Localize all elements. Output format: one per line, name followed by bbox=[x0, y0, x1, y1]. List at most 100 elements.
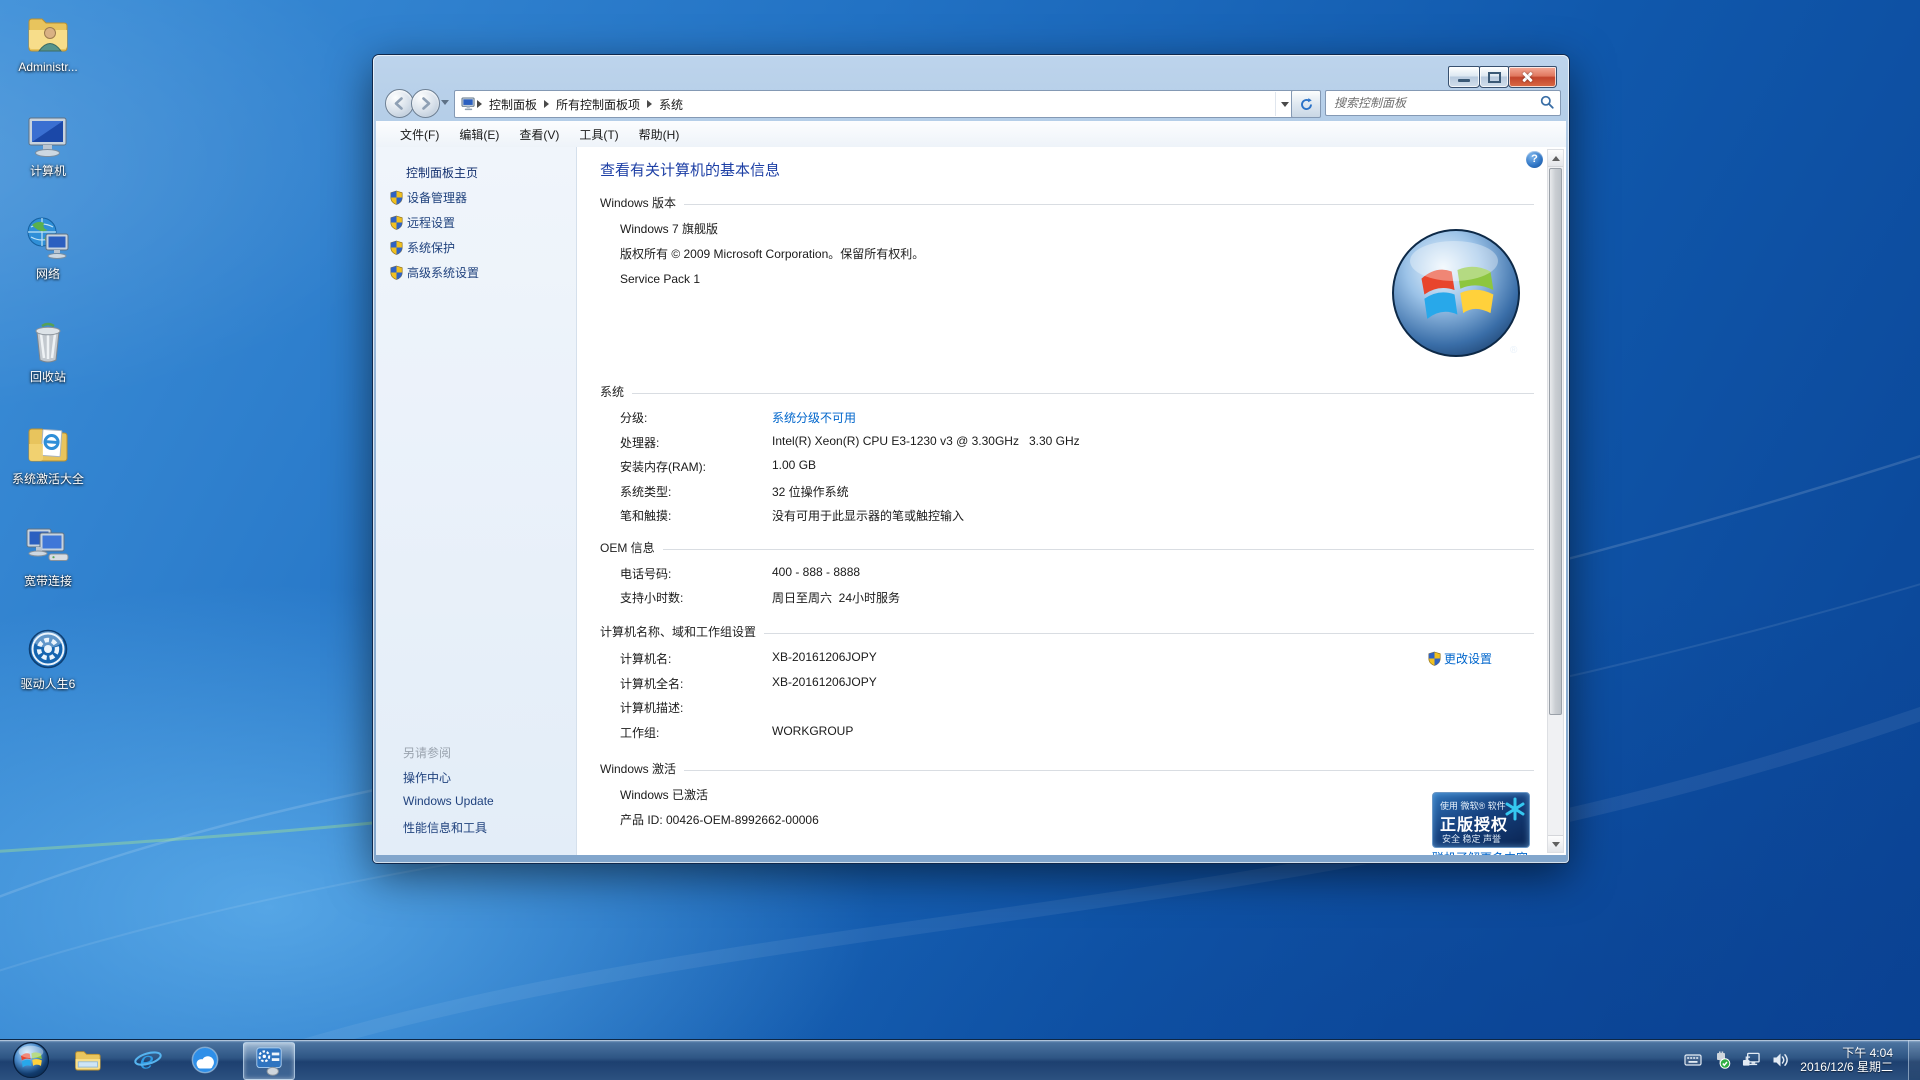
computer-icon bbox=[24, 112, 72, 160]
address-bar[interactable]: 控制面板 所有控制面板项 系统 bbox=[454, 90, 1295, 118]
desktop-icon-computer[interactable]: 计算机 bbox=[8, 112, 88, 179]
volume-icon[interactable] bbox=[1771, 1051, 1789, 1069]
sidebar-item-system-protection[interactable]: 系统保护 bbox=[390, 239, 455, 256]
menu-edit[interactable]: 编辑(E) bbox=[449, 122, 509, 147]
taskbar-clock[interactable]: 下午 4:04 2016/12/6 星期二 bbox=[1800, 1046, 1893, 1074]
product-id: 产品 ID: 00426-OEM-8992662-00006 bbox=[620, 811, 819, 828]
start-button[interactable] bbox=[12, 1041, 50, 1079]
show-desktop-button[interactable] bbox=[1908, 1040, 1920, 1080]
breadcrumb-system[interactable]: 系统 bbox=[653, 96, 689, 113]
section-header-activation: Windows 激活 bbox=[600, 760, 1534, 777]
cloud-browser-icon bbox=[190, 1045, 220, 1075]
rating-unavailable-link[interactable]: 系统分级不可用 bbox=[772, 409, 856, 426]
clock-date: 2016/12/6 星期二 bbox=[1800, 1060, 1893, 1074]
desktop-icon-label: 网络 bbox=[8, 265, 88, 282]
section-rule bbox=[663, 549, 1534, 550]
see-also-header: 另请参阅 bbox=[403, 744, 451, 761]
back-button[interactable] bbox=[385, 89, 414, 118]
section-header-label: Windows 激活 bbox=[600, 760, 676, 777]
taskbar-browser-button[interactable] bbox=[188, 1044, 222, 1076]
forward-button[interactable] bbox=[411, 89, 440, 118]
gear-circle-icon bbox=[24, 625, 72, 673]
broadband-icon bbox=[24, 522, 72, 570]
row-label: 处理器: bbox=[620, 434, 659, 451]
desktop-icon-label: 回收站 bbox=[8, 368, 88, 385]
svg-text:e: e bbox=[140, 1045, 154, 1074]
refresh-icon bbox=[1299, 97, 1314, 112]
safely-remove-hardware-icon[interactable] bbox=[1713, 1051, 1731, 1069]
sidebar-item-windows-update[interactable]: Windows Update bbox=[403, 794, 494, 808]
learn-more-online-link[interactable]: 联机了解更多内容 bbox=[1432, 849, 1528, 855]
desktop-icon-network[interactable]: 网络 bbox=[8, 215, 88, 282]
row-label: 电话号码: bbox=[620, 565, 671, 582]
menu-view[interactable]: 查看(V) bbox=[509, 122, 569, 147]
breadcrumb-control-panel[interactable]: 控制面板 bbox=[483, 96, 543, 113]
desktop-icon-recycle-bin[interactable]: 回收站 bbox=[8, 318, 88, 385]
desktop-icon-administrator[interactable]: Administr... bbox=[8, 10, 88, 74]
row-label: 安装内存(RAM): bbox=[620, 458, 706, 475]
sidebar-item-label: 远程设置 bbox=[407, 214, 455, 231]
menu-help[interactable]: 帮助(H) bbox=[629, 122, 690, 147]
genuine-windows-badge[interactable]: 使用 微软® 软件 正版授权 安全 稳定 声誉 bbox=[1432, 792, 1530, 848]
section-rule bbox=[764, 633, 1534, 634]
desktop-icon-label: Administr... bbox=[8, 60, 88, 74]
desktop-icon-label: 驱动人生6 bbox=[8, 675, 88, 692]
section-rule bbox=[684, 204, 1534, 205]
menu-file[interactable]: 文件(F) bbox=[390, 122, 449, 147]
back-arrow-icon bbox=[391, 95, 408, 112]
row-label: 系统类型: bbox=[620, 483, 671, 500]
computer-name-value: XB-20161206JOPY bbox=[772, 650, 877, 664]
section-header-label: OEM 信息 bbox=[600, 539, 655, 556]
desktop-icon-broadband[interactable]: 宽带连接 bbox=[8, 522, 88, 589]
language-keyboard-icon[interactable] bbox=[1684, 1051, 1702, 1069]
network-icon bbox=[24, 215, 72, 263]
svg-text:®: ® bbox=[1510, 345, 1518, 356]
desktop-icon-label: 计算机 bbox=[8, 162, 88, 179]
ram-value: 1.00 GB bbox=[772, 458, 816, 472]
row-label: 笔和触摸: bbox=[620, 507, 671, 524]
vertical-scrollbar[interactable] bbox=[1547, 149, 1564, 853]
breadcrumb-separator-icon bbox=[647, 100, 652, 108]
scrollbar-thumb[interactable] bbox=[1549, 168, 1562, 715]
desktop-icon-driver-life[interactable]: 驱动人生6 bbox=[8, 625, 88, 692]
row-label: 计算机全名: bbox=[620, 675, 683, 692]
edition-service-pack: Service Pack 1 bbox=[620, 272, 700, 286]
sidebar-item-advanced-settings[interactable]: 高级系统设置 bbox=[390, 264, 479, 281]
internet-explorer-icon: e bbox=[133, 1045, 163, 1075]
processor-value: Intel(R) Xeon(R) CPU E3-1230 v3 @ 3.30GH… bbox=[772, 434, 1080, 448]
section-header-system: 系统 bbox=[600, 383, 1534, 400]
recent-pages-dropdown[interactable] bbox=[441, 100, 449, 105]
scroll-down-button[interactable] bbox=[1548, 835, 1563, 852]
refresh-button[interactable] bbox=[1291, 90, 1321, 118]
pen-touch-value: 没有可用于此显示器的笔或触控输入 bbox=[772, 507, 964, 524]
search-icon[interactable] bbox=[1540, 95, 1555, 110]
section-header-oem: OEM 信息 bbox=[600, 539, 1534, 556]
uac-shield-icon bbox=[390, 190, 403, 205]
uac-shield-icon bbox=[1428, 651, 1441, 666]
help-icon[interactable]: ? bbox=[1526, 151, 1543, 168]
breadcrumb-all-items[interactable]: 所有控制面板项 bbox=[550, 96, 646, 113]
section-header-label: 计算机名称、域和工作组设置 bbox=[600, 623, 756, 640]
search-input[interactable] bbox=[1325, 90, 1561, 116]
section-header-windows-edition: Windows 版本 bbox=[600, 194, 1534, 211]
network-status-icon[interactable] bbox=[1742, 1051, 1760, 1069]
sidebar-item-control-panel-home[interactable]: 控制面板主页 bbox=[406, 164, 478, 181]
edition-product: Windows 7 旗舰版 bbox=[620, 220, 718, 237]
scroll-up-button[interactable] bbox=[1548, 150, 1563, 167]
taskbar-ie-button[interactable]: e bbox=[131, 1044, 165, 1076]
change-settings-link[interactable]: 更改设置 bbox=[1428, 650, 1492, 667]
section-header-computer-name: 计算机名称、域和工作组设置 bbox=[600, 623, 1534, 640]
taskbar-system-window-button-active[interactable] bbox=[243, 1042, 295, 1080]
desktop-icon-system-activation[interactable]: 系统激活大全 bbox=[8, 420, 88, 487]
sidebar-item-action-center[interactable]: 操作中心 bbox=[403, 769, 451, 786]
desktop-icon-label: 系统激活大全 bbox=[8, 470, 88, 487]
change-settings-label: 更改设置 bbox=[1444, 650, 1492, 667]
sidebar-item-remote-settings[interactable]: 远程设置 bbox=[390, 214, 455, 231]
sidebar-item-performance-tools[interactable]: 性能信息和工具 bbox=[403, 819, 487, 836]
breadcrumb-separator-icon bbox=[544, 100, 549, 108]
menu-tools[interactable]: 工具(T) bbox=[569, 122, 628, 147]
taskbar-explorer-button[interactable] bbox=[70, 1044, 104, 1076]
sidebar-item-device-manager[interactable]: 设备管理器 bbox=[390, 189, 467, 206]
row-label: 分级: bbox=[620, 409, 647, 426]
triangle-down-icon bbox=[1552, 842, 1560, 847]
